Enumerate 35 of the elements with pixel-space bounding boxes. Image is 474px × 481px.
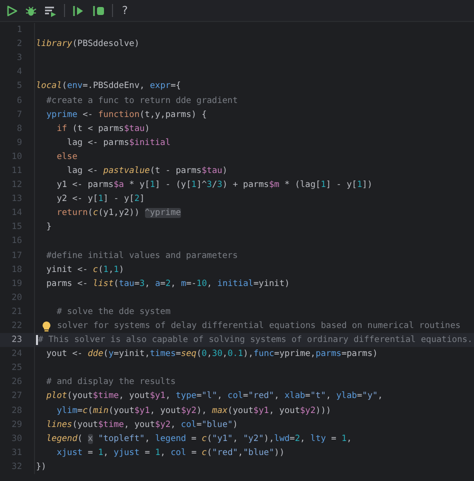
code-line: else <box>56 152 78 162</box>
run-to-cursor-icon[interactable] <box>72 4 85 16</box>
code-line: plot(yout$time, yout$y1, type="l", col="red", xlab="t", ylab="y", <box>45 391 383 402</box>
code-line: return(c(y1,y2)) ^yprime <box>56 208 181 218</box>
code-line: parms <- list(tau=3, a=2, m=-10, initial=yinit) <box>45 278 290 289</box>
code-line: # solve the dde system <box>56 306 171 317</box>
line-number: 23 <box>10 335 22 346</box>
code-line: yprime <- function(t,y,parms) { <box>45 110 207 120</box>
code-line: }) <box>36 462 46 472</box>
code-line: lines(yout$time, yout$y2, col="blue") <box>45 420 238 430</box>
code-line: # and display the results <box>45 377 176 388</box>
code-line: xjust = 1, yjust = 1, col = c("red","blue")) <box>56 448 285 458</box>
code-line: local(env=.PBSddeEnv, expr={ <box>36 81 181 92</box>
code-line: yinit <- c(1,1) <box>45 264 124 275</box>
code-line: #define initial values and parameters <box>45 250 238 261</box>
code-line: legend( x "topleft", legend = c("y1", "y2"),lwd=2, lty = 1, <box>45 434 352 444</box>
code-line: y1 <- parms$a * y[1] - (y[1]^3/3) + parms$m * (lag[1] - y[1]) <box>56 180 372 190</box>
bug-icon[interactable] <box>25 4 37 16</box>
code-line: } <box>45 222 52 232</box>
code-line: y2 <- y[1] - y[2] <box>56 194 145 204</box>
code-line: ylim=c(min(yout$y1, yout$y2), max(yout$y1, yout$y2))) <box>56 406 332 416</box>
code-line: solver for systems of delay differential equations based on numerical routines <box>57 321 461 332</box>
text-cursor <box>36 335 38 346</box>
code-line: lag <- parms$initial <box>66 138 171 148</box>
code-line: yout <- dde(y=yinit,times=seq(0,30,0.1),func=yprime,parms=parms) <box>45 349 378 360</box>
lightbulb-icon[interactable] <box>42 320 51 332</box>
code-line: library(PBSddesolve) <box>36 39 140 50</box>
code-line: #create a func to return dde gradient <box>45 96 238 106</box>
code-line: lag <- pastvalue(t - parms$tau) <box>66 166 228 176</box>
run-lines-icon[interactable] <box>44 4 57 16</box>
code-line: # This solver is also capable of solving systems of ordinary differential equations. <box>38 335 473 346</box>
help-button[interactable]: ? <box>120 4 130 17</box>
code-line: if (t < parms$tau) <box>56 124 150 134</box>
run-icon[interactable] <box>6 4 18 16</box>
run-step-icon[interactable] <box>92 4 105 16</box>
